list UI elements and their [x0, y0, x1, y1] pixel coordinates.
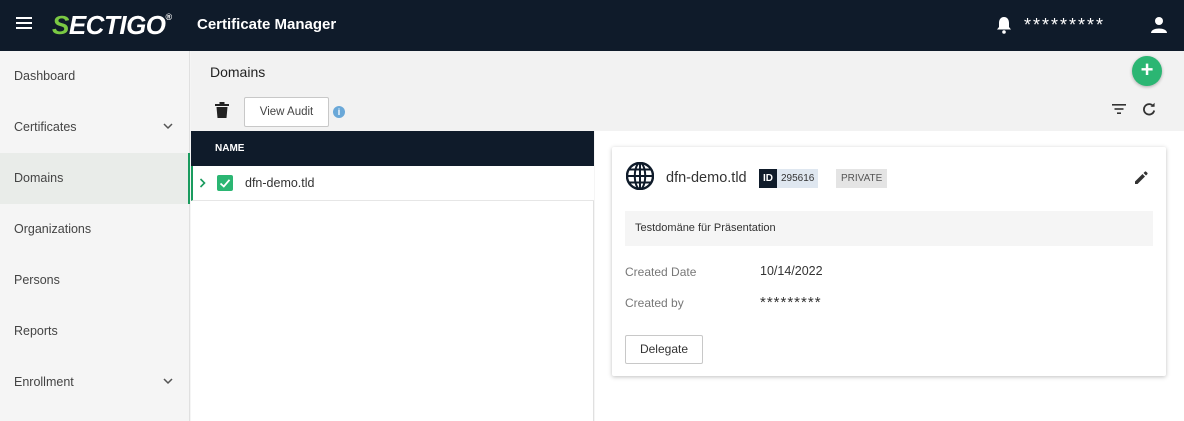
row-checkbox[interactable]	[217, 175, 233, 191]
check-icon	[219, 179, 231, 188]
info-icon[interactable]: i	[333, 106, 345, 118]
domain-description: Testdomäne für Präsentation	[625, 211, 1153, 246]
username[interactable]: *********	[1024, 15, 1105, 36]
page-header	[191, 51, 1184, 131]
sidebar-item-certificates[interactable]: Certificates	[0, 102, 190, 153]
created-by-value: *********	[760, 294, 822, 311]
filter-icon[interactable]	[1112, 104, 1126, 114]
chevron-down-icon	[163, 378, 173, 385]
visibility-badge: PRIVATE	[836, 169, 888, 188]
add-domain-button[interactable]: +	[1132, 56, 1162, 86]
chevron-right-icon[interactable]	[199, 178, 206, 188]
menu-icon[interactable]	[16, 17, 32, 31]
delegate-button[interactable]: Delegate	[625, 335, 703, 364]
created-date-value: 10/14/2022	[760, 264, 823, 278]
bell-icon[interactable]	[996, 16, 1012, 34]
trash-icon[interactable]	[215, 102, 229, 118]
sidebar-item-dashboard[interactable]: Dashboard	[0, 51, 190, 102]
created-by-label: Created by	[625, 296, 684, 310]
domain-title: dfn-demo.tld	[666, 170, 747, 186]
view-audit-button[interactable]: View Audit	[244, 97, 329, 127]
sidebar-item-organizations[interactable]: Organizations	[0, 204, 190, 255]
refresh-icon[interactable]	[1142, 102, 1156, 116]
user-icon[interactable]	[1151, 16, 1167, 34]
sidebar-item-domains[interactable]: Domains	[0, 153, 190, 204]
created-date-label: Created Date	[625, 265, 697, 279]
column-header-name[interactable]: NAME	[191, 131, 594, 166]
page-title: Domains	[210, 64, 266, 80]
id-badge: ID 295616	[759, 169, 819, 188]
sidebar-item-persons[interactable]: Persons	[0, 255, 190, 306]
table-row[interactable]: dfn-demo.tld	[191, 166, 594, 201]
sectigo-logo[interactable]: SECTIGO®	[52, 10, 172, 41]
globe-icon	[626, 162, 654, 190]
domain-name-cell: dfn-demo.tld	[245, 176, 315, 190]
sidebar-item-enrollment[interactable]: Enrollment	[0, 357, 190, 408]
app-title: Certificate Manager	[197, 16, 337, 33]
edit-icon[interactable]	[1133, 170, 1149, 186]
sidebar-item-reports[interactable]: Reports	[0, 306, 190, 357]
chevron-down-icon	[163, 123, 173, 130]
